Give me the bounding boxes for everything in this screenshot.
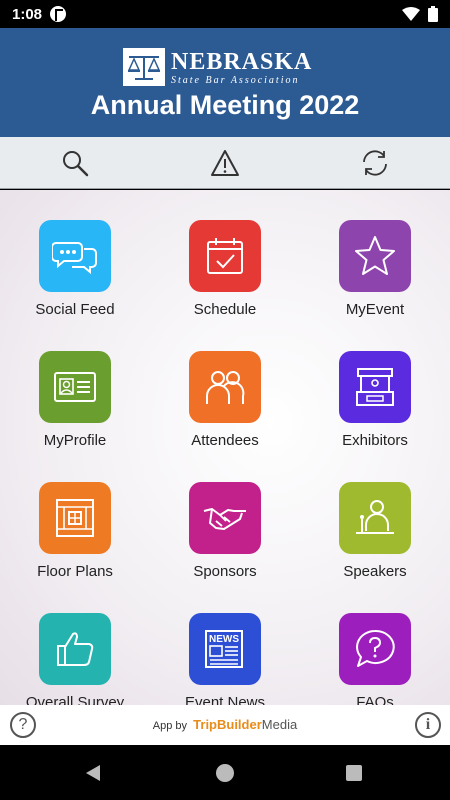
brand-name-part2: Media [261,717,298,732]
alerts-button[interactable] [150,137,300,188]
tile-label: Floor Plans [37,563,113,580]
status-time: 1:08 [12,5,43,23]
tile-label: Speakers [343,563,407,580]
toolbar [0,137,450,189]
status-indicators [402,6,438,22]
tile-icon-bg [39,220,111,292]
tile-label: MyEvent [345,301,405,318]
calendar-check-icon [207,238,243,274]
tile-icon-bg [39,482,111,554]
tile-icon-bg [39,613,111,685]
question-bubble-icon [356,629,395,667]
feature-grid: Social Feed Schedule MyEvent MyProfile A… [0,190,450,705]
newspaper-icon: NEWS [205,630,243,668]
refresh-icon [363,149,387,176]
tile-icon-bg [189,351,261,423]
recent-apps-icon[interactable] [346,765,362,781]
event-title: Annual Meeting 2022 [90,90,360,120]
app-by-label: App by [152,720,188,732]
tile-exhibitors[interactable]: Exhibitors [305,351,445,449]
search-button[interactable] [0,137,150,188]
tile-icon-bg [39,351,111,423]
tile-speakers[interactable]: Speakers [305,482,445,580]
app-header: NEBRASKA State Bar Association Annual Me… [0,28,450,137]
search-icon [63,150,89,176]
tile-icon-bg [189,220,261,292]
sync-button[interactable] [300,137,450,188]
svg-text:NEWS: NEWS [209,634,239,645]
star-icon [355,236,395,275]
tile-label: Event News [184,694,266,705]
info-button[interactable]: i [415,712,441,738]
wifi-icon [402,7,420,21]
battery-icon [428,6,438,22]
scales-logo-icon [123,48,165,86]
tile-icon-bg: NEWS [189,613,261,685]
system-nav-bar [0,745,450,800]
status-bar: 1:08 [0,0,450,28]
tile-label: Sponsors [193,563,257,580]
tile-overall-survey[interactable]: Overall Survey [5,613,145,705]
speaker-podium-icon [356,500,394,534]
app-credit[interactable]: App by TripBuilderMedia [0,717,450,732]
tile-event-news[interactable]: NEWS Event News [155,613,295,705]
handshake-icon [203,508,246,530]
tile-label: Overall Survey [25,694,125,705]
org-name: NEBRASKA [171,49,313,75]
brand-name-part1: TripBuilder [193,717,262,732]
tile-social-feed[interactable]: Social Feed [5,220,145,318]
tile-label: Social Feed [35,301,115,318]
home-icon[interactable] [216,764,234,782]
notification-app-icon [50,6,67,22]
people-icon [206,371,245,404]
tile-faqs[interactable]: FAQs [305,613,445,705]
tile-icon-bg [339,220,411,292]
tile-schedule[interactable]: Schedule [155,220,295,318]
tile-icon-bg [339,613,411,685]
tile-attendees[interactable]: Attendees [155,351,295,449]
tile-icon-bg [339,482,411,554]
tile-icon-bg [189,482,261,554]
tile-floor-plans[interactable]: Floor Plans [5,482,145,580]
tile-label: Attendees [191,432,259,449]
tile-label: Exhibitors [342,432,408,449]
tile-label: MyProfile [43,432,107,449]
booth-icon [356,368,394,406]
tile-label: FAQs [356,694,394,705]
floor-plan-icon [56,499,94,537]
chat-bubbles-icon [52,242,97,275]
tile-sponsors[interactable]: Sponsors [155,482,295,580]
org-subtitle: State Bar Association [171,75,300,86]
org-logo: NEBRASKA State Bar Association [123,48,323,88]
tile-icon-bg [339,351,411,423]
thumbs-up-icon [57,632,94,666]
tile-label: Schedule [193,301,257,318]
tile-myprofile[interactable]: MyProfile [5,351,145,449]
back-icon[interactable] [86,765,100,781]
app-footer: ? App by TripBuilderMedia i [0,705,450,745]
id-card-icon [54,372,96,402]
tile-myevent[interactable]: MyEvent [305,220,445,318]
warning-icon [211,149,239,176]
